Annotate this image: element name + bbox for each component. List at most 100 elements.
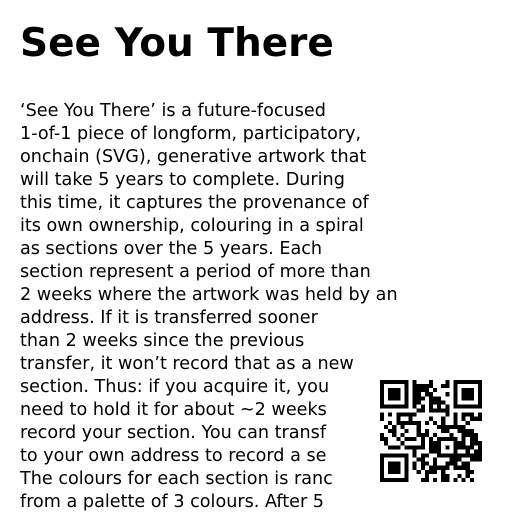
qr-module xyxy=(473,404,478,409)
qr-module xyxy=(461,396,466,401)
qr-module xyxy=(437,465,442,470)
qr-module xyxy=(465,433,470,438)
qr-module xyxy=(392,461,397,466)
qr-module xyxy=(428,396,434,401)
qr-module xyxy=(424,384,429,389)
body-line: as sections over the 5 years. Each xyxy=(20,239,323,259)
qr-module xyxy=(441,420,446,425)
qr-module xyxy=(428,404,434,409)
qr-module xyxy=(437,424,442,429)
qr-module xyxy=(457,441,462,446)
body-line: to your own address to record a se xyxy=(20,446,327,466)
qr-module xyxy=(388,392,393,397)
qr-module xyxy=(380,473,385,478)
qr-module xyxy=(441,473,446,478)
body-line: than 2 weeks since the previous xyxy=(20,331,305,351)
qr-module xyxy=(388,465,393,470)
qr-module xyxy=(384,453,389,458)
qr-module xyxy=(420,437,425,442)
qr-module xyxy=(437,441,442,446)
qr-module xyxy=(445,465,450,470)
qr-module xyxy=(424,453,429,458)
qr-module xyxy=(424,428,429,434)
qr-module xyxy=(428,384,434,389)
qr-module xyxy=(437,396,442,401)
qr-module xyxy=(441,416,446,421)
qr-module xyxy=(465,420,470,425)
qr-module xyxy=(404,380,409,385)
qr-module xyxy=(433,449,438,454)
qr-module xyxy=(380,400,385,405)
qr-module xyxy=(420,441,425,446)
qr-module xyxy=(388,412,393,417)
qr-module xyxy=(388,420,393,425)
qr-module xyxy=(461,477,466,482)
qr-module xyxy=(408,437,413,442)
qr-module xyxy=(461,412,466,417)
qr-module xyxy=(433,396,438,401)
qr-module xyxy=(412,380,417,385)
qr-module xyxy=(477,441,482,446)
qr-module xyxy=(404,461,409,466)
qr-module xyxy=(392,453,397,458)
qr-module xyxy=(441,437,446,442)
qr-module xyxy=(400,380,405,385)
qr-module xyxy=(453,380,458,385)
body-line: will take 5 years to complete. During xyxy=(20,170,345,190)
qr-module xyxy=(396,461,401,466)
qr-module xyxy=(424,469,429,474)
qr-module xyxy=(473,437,478,442)
qr-module xyxy=(437,400,442,405)
qr-module xyxy=(388,396,393,401)
qr-module xyxy=(465,465,470,470)
qr-module xyxy=(477,449,482,454)
qr-module xyxy=(465,428,470,434)
qr-module xyxy=(433,433,438,438)
qr-module xyxy=(469,380,474,385)
qr-module xyxy=(469,433,474,438)
qr-module xyxy=(384,477,389,482)
qr-module xyxy=(416,445,421,450)
qr-module xyxy=(469,457,474,462)
qr-module xyxy=(412,465,417,470)
qr-module xyxy=(408,412,413,417)
qr-module xyxy=(449,424,454,429)
qr-module xyxy=(433,420,438,425)
qr-module xyxy=(380,396,385,401)
qr-module xyxy=(396,453,401,458)
qr-module xyxy=(445,477,450,482)
qr-module xyxy=(453,441,458,446)
qr-module xyxy=(461,441,466,446)
qr-module xyxy=(457,465,462,470)
qr-module xyxy=(477,380,482,385)
qr-module xyxy=(469,392,474,397)
qr-module xyxy=(428,465,434,470)
qr-module xyxy=(412,404,417,409)
body-line: 2 weeks where the artwork was held by an xyxy=(20,285,398,305)
qr-module xyxy=(380,469,385,474)
qr-module xyxy=(416,469,421,474)
qr-module xyxy=(392,445,397,450)
qr-module xyxy=(396,392,401,397)
qr-module xyxy=(400,433,405,438)
body-line: need to hold it for about ~2 weeks xyxy=(20,400,327,420)
qr-module xyxy=(477,416,482,421)
qr-module xyxy=(424,477,429,482)
qr-module xyxy=(461,433,466,438)
qr-module xyxy=(400,477,405,482)
qr-module xyxy=(461,461,466,466)
qr-module xyxy=(408,445,413,450)
qr-module xyxy=(380,477,385,482)
qr-module xyxy=(388,453,393,458)
qr-module xyxy=(437,404,442,409)
qr-module xyxy=(428,469,434,474)
qr-module xyxy=(392,433,397,438)
qr-module xyxy=(465,469,470,474)
qr-module xyxy=(461,424,466,429)
document-page: See You There ‘See You There’ is a futur… xyxy=(0,0,512,512)
qr-module xyxy=(441,384,446,389)
qr-module xyxy=(445,384,450,389)
qr-module xyxy=(428,416,434,421)
qr-module xyxy=(428,441,434,446)
qr-module xyxy=(380,388,385,393)
